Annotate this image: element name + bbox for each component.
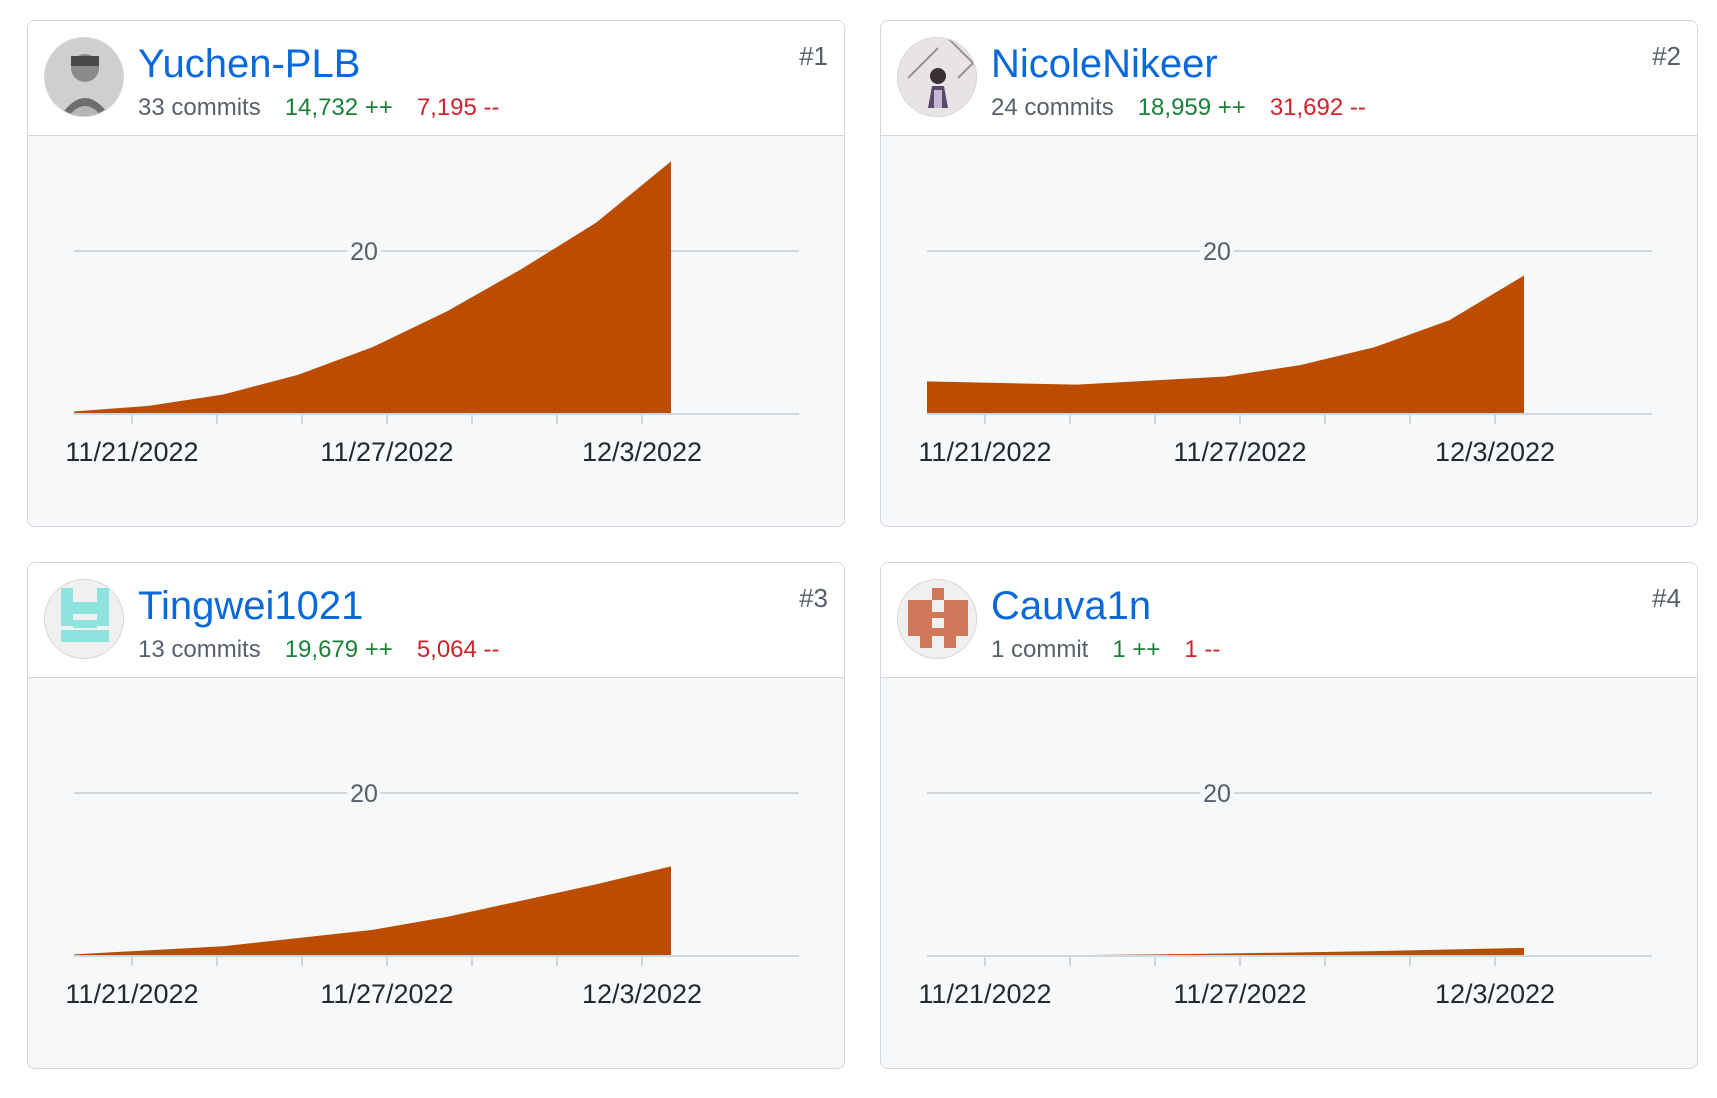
x-tick-label: 11/21/2022 — [918, 437, 1051, 467]
contributor-card: Cauva1n 1 commit 1 ++ 1 -- #4 20 11/21/2022… — [880, 562, 1698, 1069]
contribution-area-chart: 20 11/21/2022 11/27/2022 12/3/2022 — [918, 780, 1652, 1009]
y-tick-label: 20 — [350, 238, 378, 266]
contributors-grid: Yuchen-PLB 33 commits 14,732 ++ 7,195 -- #… — [0, 0, 1717, 1098]
x-tick-label: 12/3/2022 — [1435, 437, 1555, 467]
contribution-area-chart: 20 11/21/2022 11/27/2022 12/3/2022 — [65, 161, 799, 467]
x-tick-label: 12/3/2022 — [582, 437, 702, 467]
contributor-card: Yuchen-PLB 33 commits 14,732 ++ 7,195 -- #… — [27, 20, 845, 527]
x-tick-label: 11/27/2022 — [1173, 437, 1306, 467]
x-tick-label: 11/27/2022 — [320, 979, 453, 1009]
x-tick-label: 11/21/2022 — [918, 979, 1051, 1009]
x-tick-label: 11/21/2022 — [65, 437, 198, 467]
contributor-card: NicoleNikeer 24 commits 18,959 ++ 31,692 -… — [880, 20, 1698, 527]
x-tick-label: 11/21/2022 — [65, 979, 198, 1009]
y-tick-label: 20 — [1203, 780, 1231, 808]
contribution-area-series — [927, 275, 1524, 414]
x-tick-label: 12/3/2022 — [582, 979, 702, 1009]
contributor-card: Tingwei1021 13 commits 19,679 ++ 5,064 -- … — [27, 562, 845, 1069]
x-tick-label: 12/3/2022 — [1435, 979, 1555, 1009]
contribution-area-chart: 20 11/21/2022 11/27/2022 12/3/2022 — [65, 780, 799, 1009]
x-tick-label: 11/27/2022 — [320, 437, 453, 467]
contribution-area-series — [927, 947, 1524, 956]
x-tick-label: 11/27/2022 — [1173, 979, 1306, 1009]
contribution-area-chart: 20 11/21/2022 11/27/2022 12/3/2022 — [918, 238, 1652, 467]
y-tick-label: 20 — [1203, 238, 1231, 266]
contribution-area-series — [74, 161, 671, 414]
contribution-area-series — [74, 866, 671, 956]
y-tick-label: 20 — [350, 780, 378, 808]
